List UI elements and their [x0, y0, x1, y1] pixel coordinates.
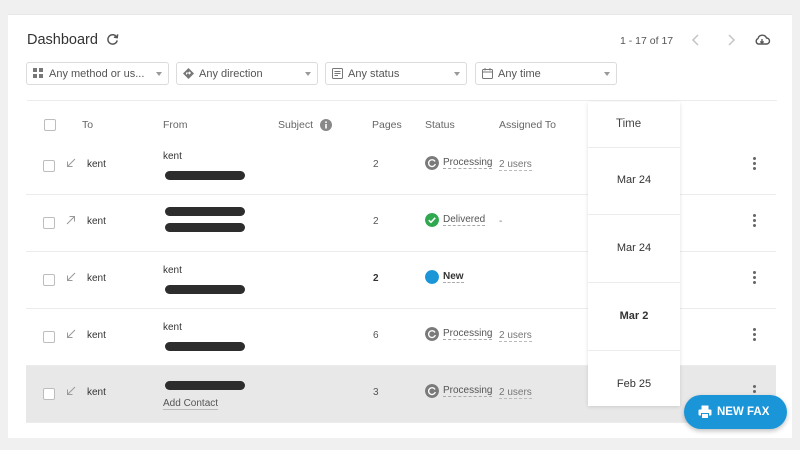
cloud-download-icon[interactable]: [753, 31, 771, 49]
pagination-summary: 1 - 17 of 17: [620, 35, 674, 47]
column-status[interactable]: Status: [425, 119, 455, 131]
new-dot-icon: [425, 270, 439, 284]
from-name: kent: [163, 265, 182, 276]
next-page-button[interactable]: [722, 31, 740, 49]
header: Dashboard 1 - 17 of 17: [8, 15, 792, 65]
assigned-to[interactable]: 2 users: [499, 159, 532, 171]
to-name: kent: [87, 159, 106, 170]
column-pages[interactable]: Pages: [372, 119, 402, 131]
page-count: 2: [373, 216, 379, 227]
redacted-number: [165, 381, 245, 390]
redacted-number: [165, 171, 245, 180]
page-count: 2: [373, 273, 379, 284]
page-count: 3: [373, 387, 379, 398]
column-time[interactable]: Time: [588, 102, 680, 148]
more-options-icon[interactable]: [753, 328, 757, 342]
time-value: Feb 25: [616, 378, 652, 390]
from-name: kent: [163, 322, 182, 333]
time-filter-label: Any time: [498, 68, 541, 80]
inbound-arrow-icon: [67, 272, 76, 281]
row-checkbox[interactable]: [43, 274, 55, 286]
row-checkbox[interactable]: [43, 331, 55, 343]
inbound-arrow-icon: [67, 386, 76, 395]
redacted-number: [165, 342, 245, 351]
method-filter[interactable]: Any method or us...: [26, 62, 169, 85]
status-label: Processing: [443, 157, 493, 169]
redacted-number: [165, 285, 245, 294]
processing-icon: [425, 327, 439, 341]
more-options-icon[interactable]: [753, 214, 757, 228]
fax-icon: [698, 405, 712, 419]
previous-page-button[interactable]: [687, 31, 705, 49]
column-subject[interactable]: Subject: [278, 119, 313, 131]
from-name: kent: [163, 151, 182, 162]
info-icon[interactable]: [320, 119, 332, 131]
column-to[interactable]: To: [82, 119, 93, 131]
more-options-icon[interactable]: [753, 271, 757, 285]
to-name: kent: [87, 216, 106, 227]
direction-filter[interactable]: Any direction: [176, 62, 318, 85]
row-checkbox[interactable]: [43, 160, 55, 172]
direction-icon: [183, 68, 194, 79]
chevron-down-icon: [305, 72, 311, 76]
add-contact-link[interactable]: Add Contact: [163, 398, 219, 410]
inbound-arrow-icon: [67, 329, 76, 338]
time-cell: Mar 2: [588, 283, 680, 351]
column-assigned-to[interactable]: Assigned To: [499, 119, 556, 131]
row-checkbox[interactable]: [43, 217, 55, 229]
page-title: Dashboard: [27, 32, 98, 48]
refresh-icon[interactable]: [105, 32, 120, 47]
status-label: New: [443, 271, 464, 283]
column-time-label: Time: [616, 118, 642, 130]
time-cell: Mar 24: [588, 215, 680, 283]
time-value: Mar 24: [616, 242, 652, 254]
time-value: Mar 2: [619, 310, 649, 322]
time-column-panel: Time Mar 24 Mar 24 Mar 2 Feb 25: [588, 102, 680, 406]
to-name: kent: [87, 387, 106, 398]
redacted-name: [165, 223, 245, 232]
outbound-arrow-icon: [66, 216, 75, 225]
assigned-to[interactable]: -: [499, 216, 502, 227]
to-name: kent: [87, 273, 106, 284]
status-label: Processing: [443, 385, 493, 397]
divider: [27, 100, 777, 101]
method-filter-label: Any method or us...: [49, 68, 145, 80]
chevron-down-icon: [454, 72, 460, 76]
status-label: Delivered: [443, 214, 486, 226]
status-filter[interactable]: Any status: [325, 62, 467, 85]
status-filter-label: Any status: [348, 68, 400, 80]
to-name: kent: [87, 330, 106, 341]
check-circle-icon: [425, 213, 439, 227]
redacted-number: [165, 207, 245, 216]
column-from[interactable]: From: [163, 119, 188, 131]
inbound-arrow-icon: [67, 158, 76, 167]
processing-icon: [425, 384, 439, 398]
page-count: 6: [373, 330, 379, 341]
row-checkbox[interactable]: [43, 388, 55, 400]
time-filter[interactable]: Any time: [475, 62, 617, 85]
status-label: Processing: [443, 328, 493, 340]
page-count: 2: [373, 159, 379, 170]
time-cell: Feb 25: [588, 351, 680, 418]
time-value: Mar 24: [616, 174, 652, 186]
select-all-checkbox[interactable]: [44, 119, 56, 131]
processing-icon: [425, 156, 439, 170]
assigned-to[interactable]: 2 users: [499, 387, 532, 399]
chevron-down-icon: [156, 72, 162, 76]
new-fax-button[interactable]: NEW FAX: [684, 395, 787, 429]
assigned-to[interactable]: 2 users: [499, 330, 532, 342]
direction-filter-label: Any direction: [199, 68, 263, 80]
more-options-icon[interactable]: [753, 157, 757, 171]
status-icon: [332, 68, 343, 79]
new-fax-label: NEW FAX: [717, 406, 770, 418]
grid-icon: [33, 68, 43, 78]
time-cell: Mar 24: [588, 147, 680, 215]
calendar-icon: [482, 68, 493, 79]
chevron-down-icon: [604, 72, 610, 76]
